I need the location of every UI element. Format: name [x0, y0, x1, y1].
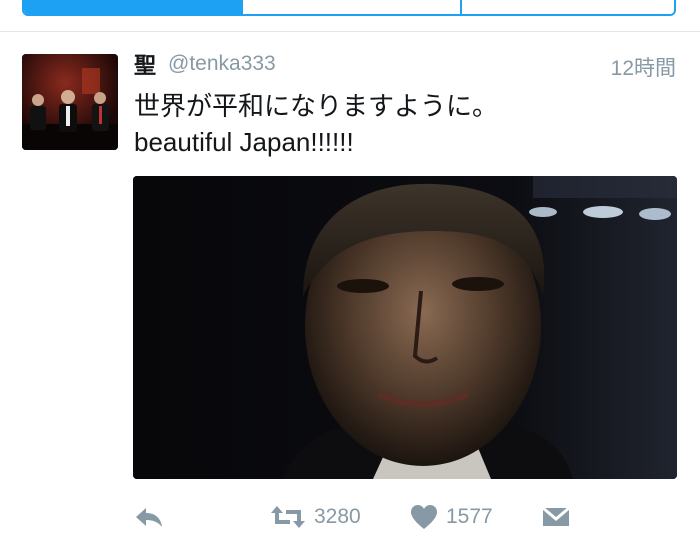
- tweet-text: 世界が平和になりますように。 beautiful Japan!!!!!!: [134, 88, 498, 160]
- segment-2[interactable]: [241, 0, 460, 14]
- timestamp[interactable]: 12時間: [611, 52, 676, 82]
- media-image: [133, 176, 677, 479]
- reply-button[interactable]: [134, 500, 164, 534]
- avatar[interactable]: [22, 54, 118, 150]
- retweet-icon: [271, 506, 305, 528]
- tweet-actions: 3280 1577: [134, 500, 694, 534]
- direct-message-button[interactable]: [542, 500, 570, 534]
- like-button[interactable]: 1577: [410, 500, 493, 534]
- avatar-photo: [22, 54, 118, 150]
- reply-icon: [136, 508, 162, 527]
- username[interactable]: 聖: [134, 48, 156, 80]
- tweet-text-line-1: 世界が平和になりますように。: [134, 91, 499, 121]
- segment-3[interactable]: [460, 0, 674, 14]
- divider: [0, 31, 700, 32]
- retweet-count: 3280: [314, 505, 361, 528]
- tweet-media-photo[interactable]: [133, 176, 677, 479]
- direct-message-icon: [542, 506, 570, 526]
- like-icon: [411, 505, 437, 529]
- segmented-control: [22, 0, 676, 16]
- tweet-text-line-2: beautiful Japan!!!!!!: [134, 127, 354, 157]
- like-count: 1577: [446, 505, 493, 528]
- retweet-button[interactable]: 3280: [270, 500, 361, 534]
- user-handle[interactable]: @tenka333: [168, 52, 276, 76]
- segment-selected[interactable]: [24, 0, 241, 14]
